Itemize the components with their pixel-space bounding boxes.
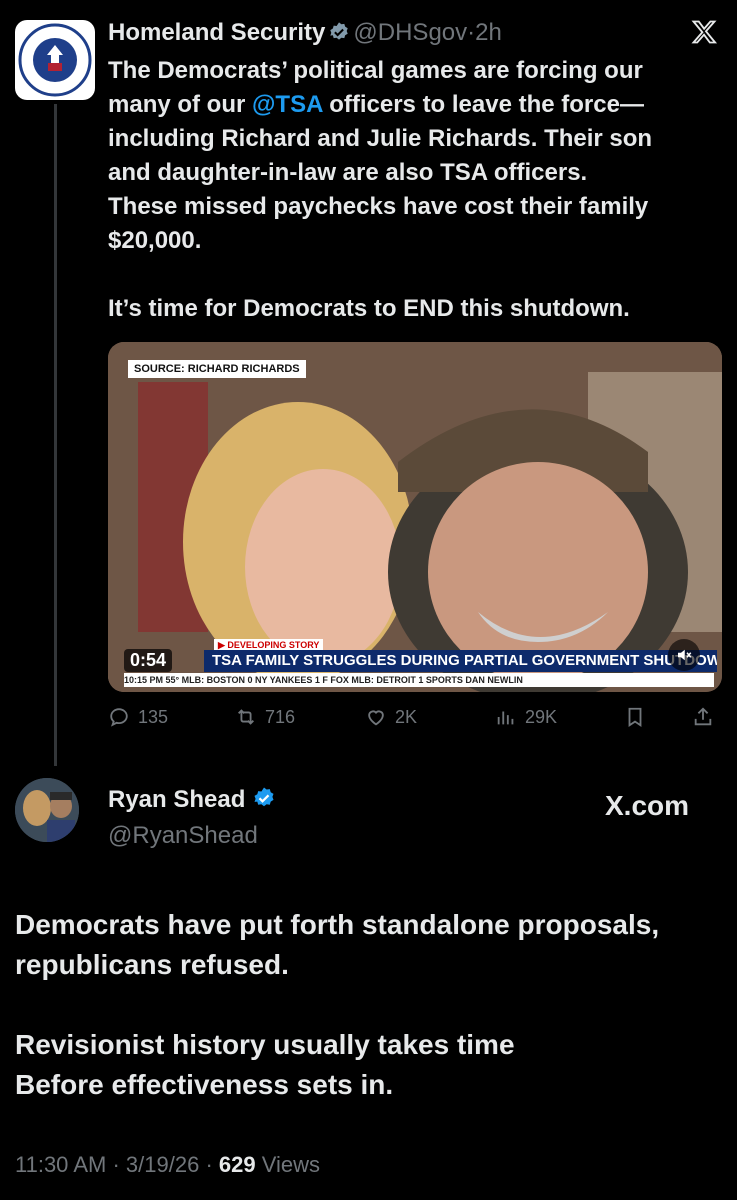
post-date[interactable]: 3/19/26	[126, 1152, 199, 1177]
video-player[interactable]: SOURCE: RICHARD RICHARDS ▶ DEVELOPING ST…	[108, 342, 722, 692]
post-time[interactable]: 2h	[475, 19, 502, 46]
views-label: Views	[261, 1152, 321, 1177]
news-lower-third: ▶ DEVELOPING STORY TSA FAMILY STRUGGLES …	[124, 639, 717, 689]
x-logo-icon[interactable]	[690, 18, 718, 54]
bookmark-button[interactable]	[624, 706, 646, 728]
tweet1-line-4: and daughter-in-law are also TSA officer…	[108, 159, 588, 186]
video-duration: 0:54	[124, 649, 173, 672]
author2-name-row: Ryan Shead	[108, 786, 276, 814]
repost-button[interactable]: 716	[235, 706, 295, 728]
separator: ·	[205, 1152, 213, 1177]
news-ticker: 10:15 PM 55° MLB: BOSTON 0 NY YANKEES 1 …	[124, 673, 714, 687]
reply-count: 135	[138, 706, 169, 727]
tweet1-line-1: The Democrats’ political games are forci…	[108, 57, 643, 84]
ryan-avatar[interactable]	[15, 778, 79, 842]
tweet2-line-4: Before effectiveness sets in.	[15, 1069, 394, 1100]
mute-icon[interactable]	[668, 639, 700, 671]
views-count: 29K	[525, 706, 558, 727]
post-time[interactable]: 11:30 AM	[15, 1152, 106, 1177]
share-button[interactable]	[692, 706, 714, 728]
views-button[interactable]: 29K	[495, 706, 557, 728]
author-handle[interactable]: @RyanShead	[108, 822, 258, 850]
reply-button[interactable]: 135	[108, 706, 168, 728]
avatar-photo	[15, 778, 79, 842]
dhs-seal-icon	[18, 23, 92, 97]
tweet2-line-1: Democrats have put forth standalone prop…	[15, 909, 660, 940]
tweet1-closing: It’s time for Democrats to END this shut…	[108, 295, 630, 322]
repost-icon	[238, 709, 254, 725]
separator: ·	[112, 1152, 120, 1177]
verified-gray-badge-icon	[330, 22, 349, 40]
author-handle[interactable]: @DHSgov	[353, 19, 467, 46]
dhs-avatar[interactable]	[15, 20, 95, 100]
like-count: 2K	[395, 706, 418, 727]
share-icon	[694, 707, 712, 726]
tweet1-line-5: These missed paychecks have cost their f…	[108, 193, 649, 220]
tweet2-line-2: republicans refused.	[15, 949, 289, 980]
repost-count: 716	[265, 706, 296, 727]
verified-badge-icon	[254, 787, 274, 807]
bookmark-icon	[628, 707, 642, 727]
separator: ·	[467, 19, 476, 46]
text-segment: officers to leave the force—	[322, 91, 644, 118]
thread-line	[54, 104, 57, 766]
tsa-mention-link[interactable]: @TSA	[252, 91, 323, 118]
news-headline: TSA FAMILY STRUGGLES DURING PARTIAL GOVE…	[204, 650, 717, 672]
heart-icon	[368, 710, 384, 726]
action-bar: 135 716 2K 29K	[108, 706, 722, 736]
like-button[interactable]: 2K	[365, 706, 417, 728]
tweet1-line-2: many of our @TSA officers to leave the f…	[108, 88, 728, 122]
reply-icon	[110, 708, 128, 727]
tweet1-line-6: $20,000.	[108, 227, 202, 254]
views-chart-icon	[497, 711, 514, 725]
xcom-brand: X.com	[605, 790, 690, 821]
text-segment: many of our	[108, 91, 253, 118]
views-count: 629	[218, 1152, 256, 1177]
author-name[interactable]: Homeland Security	[108, 19, 325, 46]
author-name[interactable]: Ryan Shead	[108, 786, 245, 813]
tweet1-line-3: including Richard and Julie Richards. Th…	[108, 125, 653, 152]
tweet2-meta: 11:30 AM · 3/19/26 · 629 Views	[15, 1152, 320, 1178]
tweet1-header: Homeland Security @DHSgov·2h	[108, 18, 502, 48]
source-tag: SOURCE: RICHARD RICHARDS	[128, 360, 306, 378]
tweet2-text: Democrats have put forth standalone prop…	[15, 905, 725, 1105]
tweet2-line-3: Revisionist history usually takes time	[15, 1029, 515, 1060]
tweet1-text: The Democrats’ political games are forci…	[108, 54, 728, 326]
